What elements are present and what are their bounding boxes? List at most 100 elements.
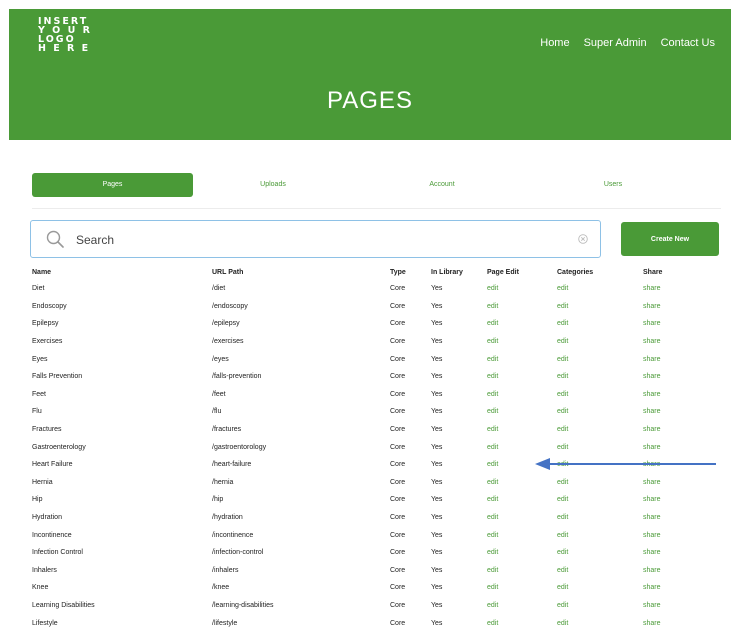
share-link[interactable]: share bbox=[643, 373, 661, 380]
column-header-page-edit[interactable]: Page Edit bbox=[487, 265, 557, 280]
categories-edit-link[interactable]: edit bbox=[557, 356, 568, 363]
table-row: Infection Control/infection-control Core Y… bbox=[32, 544, 721, 562]
tab-uploads[interactable]: Uploads bbox=[208, 173, 338, 197]
page-edit-link[interactable]: edit bbox=[487, 620, 498, 627]
page-edit-cell: edit bbox=[487, 562, 557, 580]
tab-account[interactable]: Account bbox=[377, 173, 507, 197]
row-url-path-cell: /heart-failure bbox=[212, 461, 252, 469]
tab-pages[interactable]: Pages bbox=[32, 173, 193, 197]
share-link[interactable]: share bbox=[643, 444, 661, 451]
row-name-cell: Incontinence bbox=[32, 531, 72, 539]
page-edit-link[interactable]: edit bbox=[487, 320, 498, 327]
page-edit-link[interactable]: edit bbox=[487, 532, 498, 539]
logo-placeholder[interactable]: INSERT Y O U R LOGO H E R E bbox=[38, 17, 92, 54]
page-edit-link[interactable]: edit bbox=[487, 285, 498, 292]
categories-edit-link[interactable]: edit bbox=[557, 320, 568, 327]
share-link[interactable]: share bbox=[643, 285, 661, 292]
categories-edit-link[interactable]: edit bbox=[557, 444, 568, 451]
page-edit-link[interactable]: edit bbox=[487, 602, 498, 609]
share-cell: share bbox=[643, 280, 721, 298]
column-header-name[interactable]: Name bbox=[32, 265, 212, 280]
share-link[interactable]: share bbox=[643, 496, 661, 503]
create-new-button[interactable]: Create New bbox=[621, 222, 719, 256]
page-edit-link[interactable]: edit bbox=[487, 584, 498, 591]
share-link[interactable]: share bbox=[643, 549, 661, 556]
column-header-in-library[interactable]: In Library bbox=[431, 265, 487, 280]
page-edit-link[interactable]: edit bbox=[487, 338, 498, 345]
column-header-categories[interactable]: Categories bbox=[557, 265, 643, 280]
nav-super-admin-link[interactable]: Super Admin bbox=[584, 37, 647, 49]
page-edit-link[interactable]: edit bbox=[487, 461, 498, 468]
page-edit-link[interactable]: edit bbox=[487, 373, 498, 380]
page-edit-link[interactable]: edit bbox=[487, 303, 498, 310]
page-edit-link[interactable]: edit bbox=[487, 479, 498, 486]
page-edit-link[interactable]: edit bbox=[487, 444, 498, 451]
row-type-cell: Core bbox=[390, 426, 406, 434]
share-link[interactable]: share bbox=[643, 356, 661, 363]
page-edit-link[interactable]: edit bbox=[487, 567, 498, 574]
page-edit-link[interactable]: edit bbox=[487, 426, 498, 433]
row-type-cell: Core bbox=[390, 408, 406, 416]
categories-edit-link[interactable]: edit bbox=[557, 602, 568, 609]
categories-edit-link[interactable]: edit bbox=[557, 426, 568, 433]
column-header-share[interactable]: Share bbox=[643, 265, 721, 280]
categories-edit-link[interactable]: edit bbox=[557, 479, 568, 486]
share-link[interactable]: share bbox=[643, 303, 661, 310]
row-url-path-cell: /feet bbox=[212, 390, 226, 398]
categories-edit-link[interactable]: edit bbox=[557, 549, 568, 556]
categories-edit-cell: edit bbox=[557, 350, 643, 368]
categories-edit-link[interactable]: edit bbox=[557, 620, 568, 627]
page-edit-cell: edit bbox=[487, 438, 557, 456]
share-link[interactable]: share bbox=[643, 338, 661, 345]
page-edit-link[interactable]: edit bbox=[487, 408, 498, 415]
categories-edit-link[interactable]: edit bbox=[557, 338, 568, 345]
categories-edit-cell: edit bbox=[557, 368, 643, 386]
column-header-url-path[interactable]: URL Path bbox=[212, 265, 390, 280]
share-link[interactable]: share bbox=[643, 514, 661, 521]
categories-edit-link[interactable]: edit bbox=[557, 514, 568, 521]
categories-edit-link[interactable]: edit bbox=[557, 496, 568, 503]
row-in-library-cell: Yes bbox=[431, 426, 443, 434]
categories-edit-cell: edit bbox=[557, 614, 643, 632]
categories-edit-cell: edit bbox=[557, 509, 643, 527]
row-type-cell: Core bbox=[390, 443, 406, 451]
page-edit-cell: edit bbox=[487, 403, 557, 421]
share-link[interactable]: share bbox=[643, 584, 661, 591]
nav-contact-us-link[interactable]: Contact Us bbox=[661, 37, 715, 49]
row-url-path-cell: /hip bbox=[212, 496, 224, 504]
share-link[interactable]: share bbox=[643, 532, 661, 539]
page-edit-link[interactable]: edit bbox=[487, 356, 498, 363]
share-link[interactable]: share bbox=[643, 391, 661, 398]
row-url-path-cell: /eyes bbox=[212, 355, 229, 363]
share-link[interactable]: share bbox=[643, 620, 661, 627]
page-edit-link[interactable]: edit bbox=[487, 549, 498, 556]
page-edit-link[interactable]: edit bbox=[487, 496, 498, 503]
share-link[interactable]: share bbox=[643, 479, 661, 486]
tab-users[interactable]: Users bbox=[548, 173, 678, 197]
page-edit-link[interactable]: edit bbox=[487, 514, 498, 521]
table-row: Falls Prevention/falls-prevention Core Yes… bbox=[32, 368, 721, 386]
search-box[interactable] bbox=[30, 220, 601, 258]
search-input[interactable] bbox=[74, 229, 538, 251]
share-link[interactable]: share bbox=[643, 567, 661, 574]
categories-edit-link[interactable]: edit bbox=[557, 303, 568, 310]
share-link[interactable]: share bbox=[643, 408, 661, 415]
categories-edit-link[interactable]: edit bbox=[557, 391, 568, 398]
categories-edit-link[interactable]: edit bbox=[557, 285, 568, 292]
page-edit-cell: edit bbox=[487, 509, 557, 527]
table-row: Incontinence/incontinence Core Yes edit edit… bbox=[32, 526, 721, 544]
row-in-library-cell: Yes bbox=[431, 566, 443, 574]
share-link[interactable]: share bbox=[643, 602, 661, 609]
nav-home-link[interactable]: Home bbox=[540, 37, 569, 49]
categories-edit-link[interactable]: edit bbox=[557, 532, 568, 539]
categories-edit-link[interactable]: edit bbox=[557, 373, 568, 380]
categories-edit-link[interactable]: edit bbox=[557, 584, 568, 591]
share-link[interactable]: share bbox=[643, 426, 661, 433]
logo-line: H E R E bbox=[38, 43, 91, 54]
categories-edit-link[interactable]: edit bbox=[557, 408, 568, 415]
categories-edit-link[interactable]: edit bbox=[557, 567, 568, 574]
column-header-type[interactable]: Type bbox=[390, 265, 431, 280]
share-link[interactable]: share bbox=[643, 320, 661, 327]
page-edit-link[interactable]: edit bbox=[487, 391, 498, 398]
clear-search-icon[interactable] bbox=[578, 234, 588, 244]
